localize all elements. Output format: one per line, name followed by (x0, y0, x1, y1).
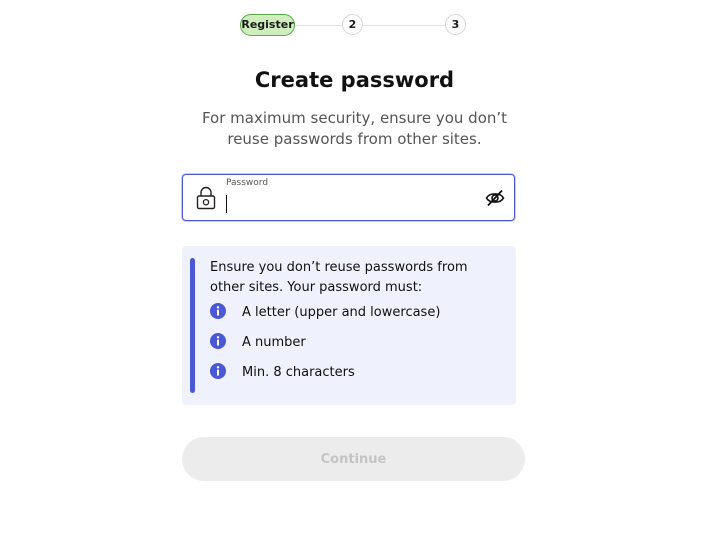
password-requirements: Ensure you don’t reuse passwords from ot… (182, 246, 516, 405)
password-field[interactable]: Password (182, 174, 515, 221)
requirement-text: A letter (upper and lowercase) (242, 305, 441, 320)
info-icon (210, 333, 226, 349)
step-3: 3 (445, 14, 466, 35)
page-subtitle: For maximum security, ensure you don’t r… (201, 109, 508, 148)
password-input[interactable] (223, 193, 482, 215)
requirements-intro: Ensure you don’t reuse passwords from ot… (210, 260, 468, 295)
info-icon (210, 303, 226, 319)
page-title: Create password (254, 68, 455, 92)
requirement-text: A number (242, 335, 306, 350)
eye-slash-icon[interactable] (485, 189, 505, 207)
create-password-page: Register 2 3 Create password For maximum… (0, 0, 709, 547)
stepper-connector (295, 25, 342, 26)
requirement-text: Min. 8 characters (242, 365, 355, 380)
step-2: 2 (342, 14, 363, 35)
info-icon (210, 363, 226, 379)
continue-button[interactable]: Continue (182, 437, 525, 481)
lock-icon (196, 186, 216, 210)
password-label: Password (226, 178, 269, 188)
step-register: Register (240, 14, 295, 36)
requirements-accent-bar (190, 258, 195, 393)
text-cursor (226, 195, 227, 213)
stepper-connector (363, 25, 445, 26)
progress-stepper: Register 2 3 (240, 13, 466, 37)
